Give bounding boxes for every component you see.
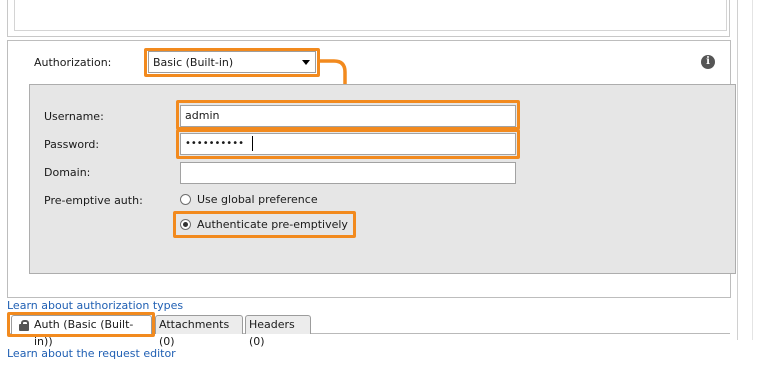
- tab-attachments[interactable]: Attachments (0): [155, 315, 243, 348]
- tab-auth-label: Auth (Basic (Built-in)): [34, 318, 134, 348]
- chevron-down-icon: [302, 60, 310, 65]
- domain-field[interactable]: [180, 162, 516, 184]
- info-icon[interactable]: i: [701, 55, 715, 69]
- request-body-area: [7, 0, 730, 37]
- password-field[interactable]: ••••••••••: [180, 133, 516, 155]
- password-label: Password:: [44, 138, 100, 151]
- learn-request-editor-link[interactable]: Learn about the request editor: [7, 347, 176, 360]
- username-label: Username:: [44, 110, 104, 123]
- radio-authenticate-preemptively[interactable]: [180, 219, 191, 230]
- authorization-label: Authorization:: [34, 56, 112, 69]
- username-field[interactable]: admin: [180, 105, 516, 127]
- radio-selected-dot: [183, 222, 188, 227]
- preemptive-auth-label: Pre-emptive auth:: [44, 194, 143, 207]
- tab-auth[interactable]: Auth (Basic (Built-in)): [11, 315, 152, 348]
- request-body-editor[interactable]: [14, 0, 727, 31]
- radio-use-global-preference[interactable]: [180, 194, 191, 205]
- authorization-type-select[interactable]: Basic (Built-in): [148, 51, 316, 73]
- scrollbar-track[interactable]: [737, 0, 738, 340]
- radio-authenticate-preemptively-label[interactable]: Authenticate pre-emptively: [197, 218, 348, 232]
- authorization-type-value: Basic (Built-in): [153, 56, 234, 69]
- tab-headers[interactable]: Headers (0): [245, 315, 311, 348]
- lock-icon: [19, 320, 29, 331]
- tab-headers-label: Headers (0): [249, 318, 295, 348]
- learn-authorization-types-link[interactable]: Learn about authorization types: [7, 299, 183, 312]
- tab-attachments-label: Attachments (0): [159, 318, 230, 348]
- domain-label: Domain:: [44, 166, 91, 179]
- radio-use-global-preference-label[interactable]: Use global preference: [197, 193, 318, 207]
- text-cursor: [252, 136, 253, 151]
- scrollbar-edge: [752, 0, 753, 340]
